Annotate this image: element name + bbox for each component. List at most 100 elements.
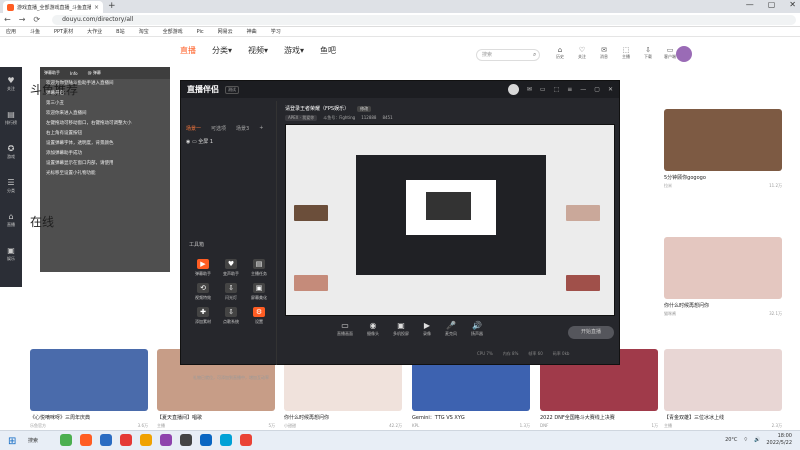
- taskbar-app-icon[interactable]: [200, 434, 212, 446]
- stream-title[interactable]: 2022 DNF全国格斗大赛线上决赛: [540, 414, 658, 421]
- toolbox-item[interactable]: ⇩ 点歌系统: [217, 307, 245, 325]
- bookmark-item[interactable]: B站: [116, 28, 124, 35]
- scene-tab[interactable]: 可选项: [211, 125, 226, 132]
- close-window-button[interactable]: ✕: [789, 0, 796, 9]
- toolbox-item[interactable]: ▶ 弹幕助手: [189, 259, 217, 277]
- header-icon-3[interactable]: ⬚ 主播: [618, 46, 634, 60]
- streamer-name[interactable]: 乐鱼官方: [30, 423, 46, 429]
- stream-thumbnail[interactable]: [664, 237, 782, 299]
- streamer-name[interactable]: DNF: [540, 423, 548, 429]
- streamer-name[interactable]: KPL: [412, 423, 419, 429]
- visibility-icon[interactable]: ◉ ▭: [186, 139, 198, 145]
- toolbox-item[interactable]: ⚙ 设置: [245, 307, 273, 325]
- header-icon-4[interactable]: ⇩ 下载: [640, 46, 656, 60]
- stream-title[interactable]: 你什么时候再想问你: [284, 414, 402, 421]
- topnav-item[interactable]: 直播: [180, 45, 196, 56]
- overlay-header-item[interactable]: Info: [70, 71, 78, 76]
- category-selector[interactable]: APEX · 我爱你: [285, 115, 318, 121]
- header-icon-2[interactable]: ✉ 消息: [596, 46, 612, 60]
- bookmark-item[interactable]: PPT素材: [54, 28, 73, 35]
- bookmark-item[interactable]: Pic: [197, 29, 204, 35]
- scene-source-item[interactable]: ◉ ▭ 全屏 1: [186, 138, 213, 145]
- gift-icon[interactable]: ⬚: [554, 86, 560, 93]
- clock[interactable]: 18:00 2022/5/22: [766, 433, 792, 447]
- bookmark-item[interactable]: 应用: [6, 28, 16, 35]
- stream-title[interactable]: 你什么时候再想问你: [664, 302, 782, 309]
- new-tab-button[interactable]: +: [108, 1, 116, 11]
- taskbar-app-icon[interactable]: [180, 434, 192, 446]
- message-icon[interactable]: ✉: [527, 86, 532, 93]
- streamer-name[interactable]: 主播: [664, 423, 672, 429]
- volume-icon[interactable]: 🔊: [754, 437, 760, 443]
- bookmark-item[interactable]: 淘宝: [139, 28, 149, 35]
- app-user-avatar[interactable]: [507, 84, 519, 95]
- source-button[interactable]: 🎤 麦克风: [445, 321, 457, 337]
- overlay-header-item[interactable]: 弹幕助手: [44, 70, 60, 76]
- browser-tab[interactable]: 游戏直播_全部游戏直播_斗鱼直播 ×: [3, 1, 103, 13]
- toolbox-item[interactable]: ▤ 主播任务: [245, 259, 273, 277]
- header-icon-1[interactable]: ♡ 关注: [574, 46, 590, 60]
- edit-title-button[interactable]: 修改: [357, 105, 372, 112]
- sidebar-item[interactable]: ▣ 娱乐: [0, 237, 22, 271]
- overlay-header-item[interactable]: @ 弹幕: [88, 70, 101, 76]
- windows-start-icon[interactable]: ⊞: [8, 436, 16, 447]
- stream-card[interactable]: 5分钟顾你gogogo 拉米 11.2万: [664, 109, 782, 189]
- streamer-name[interactable]: 拉米: [664, 183, 672, 189]
- bookmark-item[interactable]: 斗鱼: [30, 28, 40, 35]
- bookmark-item[interactable]: 大作业: [87, 28, 102, 35]
- forward-icon[interactable]: →: [19, 15, 26, 24]
- close-tab-icon[interactable]: ×: [94, 4, 99, 11]
- toolbox-item[interactable]: ⇩ 闪光灯: [217, 283, 245, 301]
- toolbox-item[interactable]: ⟲ 视频特效: [189, 283, 217, 301]
- stream-card[interactable]: 【青金双雄】三位冰冰上线 主播 2.3万: [664, 349, 782, 429]
- sidebar-item[interactable]: ▤ 排行榜: [0, 101, 22, 135]
- danmu-overlay[interactable]: 弹幕助手 Info @ 弹幕 欢迎为你登陆斗鱼助手进入直播间 弹幕开启 第三小丑 欢迎你来…: [40, 67, 170, 272]
- source-button[interactable]: 🔊 扬声器: [471, 321, 483, 337]
- url-field[interactable]: douyu.com/directory/all: [52, 14, 796, 25]
- source-button[interactable]: ◉ 摄像头: [367, 321, 379, 337]
- toolbox-item[interactable]: ▣ 屏幕美化: [245, 283, 273, 301]
- taskbar-app-icon[interactable]: [100, 434, 112, 446]
- taskbar-app-icon[interactable]: [80, 434, 92, 446]
- start-live-button[interactable]: 开始直播: [568, 326, 614, 339]
- taskbar-search[interactable]: 搜索: [28, 437, 38, 444]
- taskbar-app-icon[interactable]: [140, 434, 152, 446]
- source-button[interactable]: ▶ 录像: [423, 321, 431, 337]
- stream-title[interactable]: 【青金双雄】三位冰冰上线: [664, 414, 782, 421]
- bookmark-item[interactable]: 全部游戏: [163, 28, 183, 35]
- add-scene-button[interactable]: +: [259, 125, 263, 132]
- stream-card[interactable]: 《心悦嘀咪呀》三周年庆典 乐鱼官方 3.6万: [30, 349, 148, 429]
- topnav-item[interactable]: 鱼吧: [320, 45, 336, 56]
- toolbox-item[interactable]: ✚ 添加素材: [189, 307, 217, 325]
- app-close-icon[interactable]: ✕: [608, 86, 613, 93]
- bookmark-item[interactable]: 网易云: [218, 28, 233, 35]
- topnav-item[interactable]: 分类▾: [212, 45, 232, 56]
- taskbar-app-icon[interactable]: [60, 434, 72, 446]
- sidebar-item[interactable]: ♥ 关注: [0, 67, 22, 101]
- taskbar-app-icon[interactable]: [160, 434, 172, 446]
- stream-title[interactable]: 【夏天直播间】唱歌: [157, 414, 275, 421]
- taskbar-app-icon[interactable]: [120, 434, 132, 446]
- streamer-name[interactable]: 主播: [157, 423, 165, 429]
- topnav-item[interactable]: 视频▾: [248, 45, 268, 56]
- search-input[interactable]: 搜索: [476, 49, 540, 61]
- sidebar-item[interactable]: ✪ 游戏: [0, 135, 22, 169]
- taskbar-app-icon[interactable]: [240, 434, 252, 446]
- topnav-item[interactable]: 游戏▾: [284, 45, 304, 56]
- stream-card[interactable]: 你什么时候再想问你 猫咪酱 32.1万: [664, 237, 782, 317]
- stream-thumbnail[interactable]: [664, 349, 782, 411]
- stream-title[interactable]: 5分钟顾你gogogo: [664, 174, 782, 181]
- source-button[interactable]: ▭ 直播画面: [337, 321, 353, 337]
- reload-icon[interactable]: ⟳: [33, 15, 40, 24]
- streamer-name[interactable]: 小甜甜: [284, 423, 296, 429]
- app-minimize-icon[interactable]: —: [580, 86, 586, 93]
- sidebar-item[interactable]: ⌂ 直播: [0, 203, 22, 237]
- sidebar-item[interactable]: ☰ 分类: [0, 169, 22, 203]
- user-avatar[interactable]: [676, 46, 692, 62]
- scene-tab[interactable]: 场景3: [236, 125, 249, 132]
- bookmark-item[interactable]: 学习: [271, 28, 281, 35]
- maximize-button[interactable]: ▢: [768, 0, 776, 9]
- toolbox-item[interactable]: ♥ 变声助手: [217, 259, 245, 277]
- header-icon-0[interactable]: ⌂ 历史: [552, 46, 568, 60]
- stream-title[interactable]: Gemini：TTG VS XYG: [412, 414, 530, 421]
